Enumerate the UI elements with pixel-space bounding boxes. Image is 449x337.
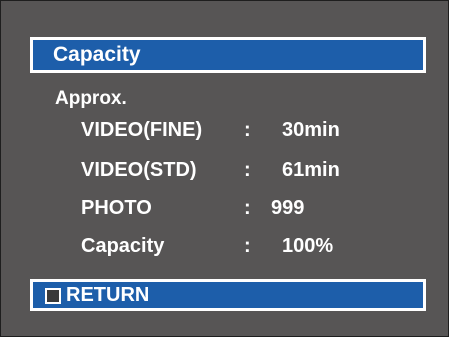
row-label: PHOTO [81,197,152,219]
row-video-fine: VIDEO(FINE) : 30min [1,119,449,147]
approx-label: Approx. [55,88,127,109]
row-video-std: VIDEO(STD) : 61min [1,159,449,187]
row-value: 30min [282,119,340,141]
row-value: 999 [271,197,305,219]
return-label: RETURN [66,284,150,306]
row-label: VIDEO(STD) [81,159,197,181]
row-label: Capacity [81,235,165,257]
row-value: 61min [282,159,340,181]
row-separator: : [244,197,251,219]
osd-screen: Capacity Approx. VIDEO(FINE) : 30min VID… [0,0,449,337]
row-separator: : [244,119,251,141]
return-button[interactable]: RETURN [30,279,426,311]
title-bar: Capacity [30,37,426,73]
row-separator: : [244,235,251,257]
row-separator: : [244,159,251,181]
row-capacity: Capacity : 100% [1,235,449,263]
row-label: VIDEO(FINE) [81,119,203,141]
row-photo: PHOTO : 999 [1,197,449,225]
row-value: 100% [282,235,334,257]
stop-square-icon [45,288,61,304]
page-title: Capacity [53,43,141,66]
